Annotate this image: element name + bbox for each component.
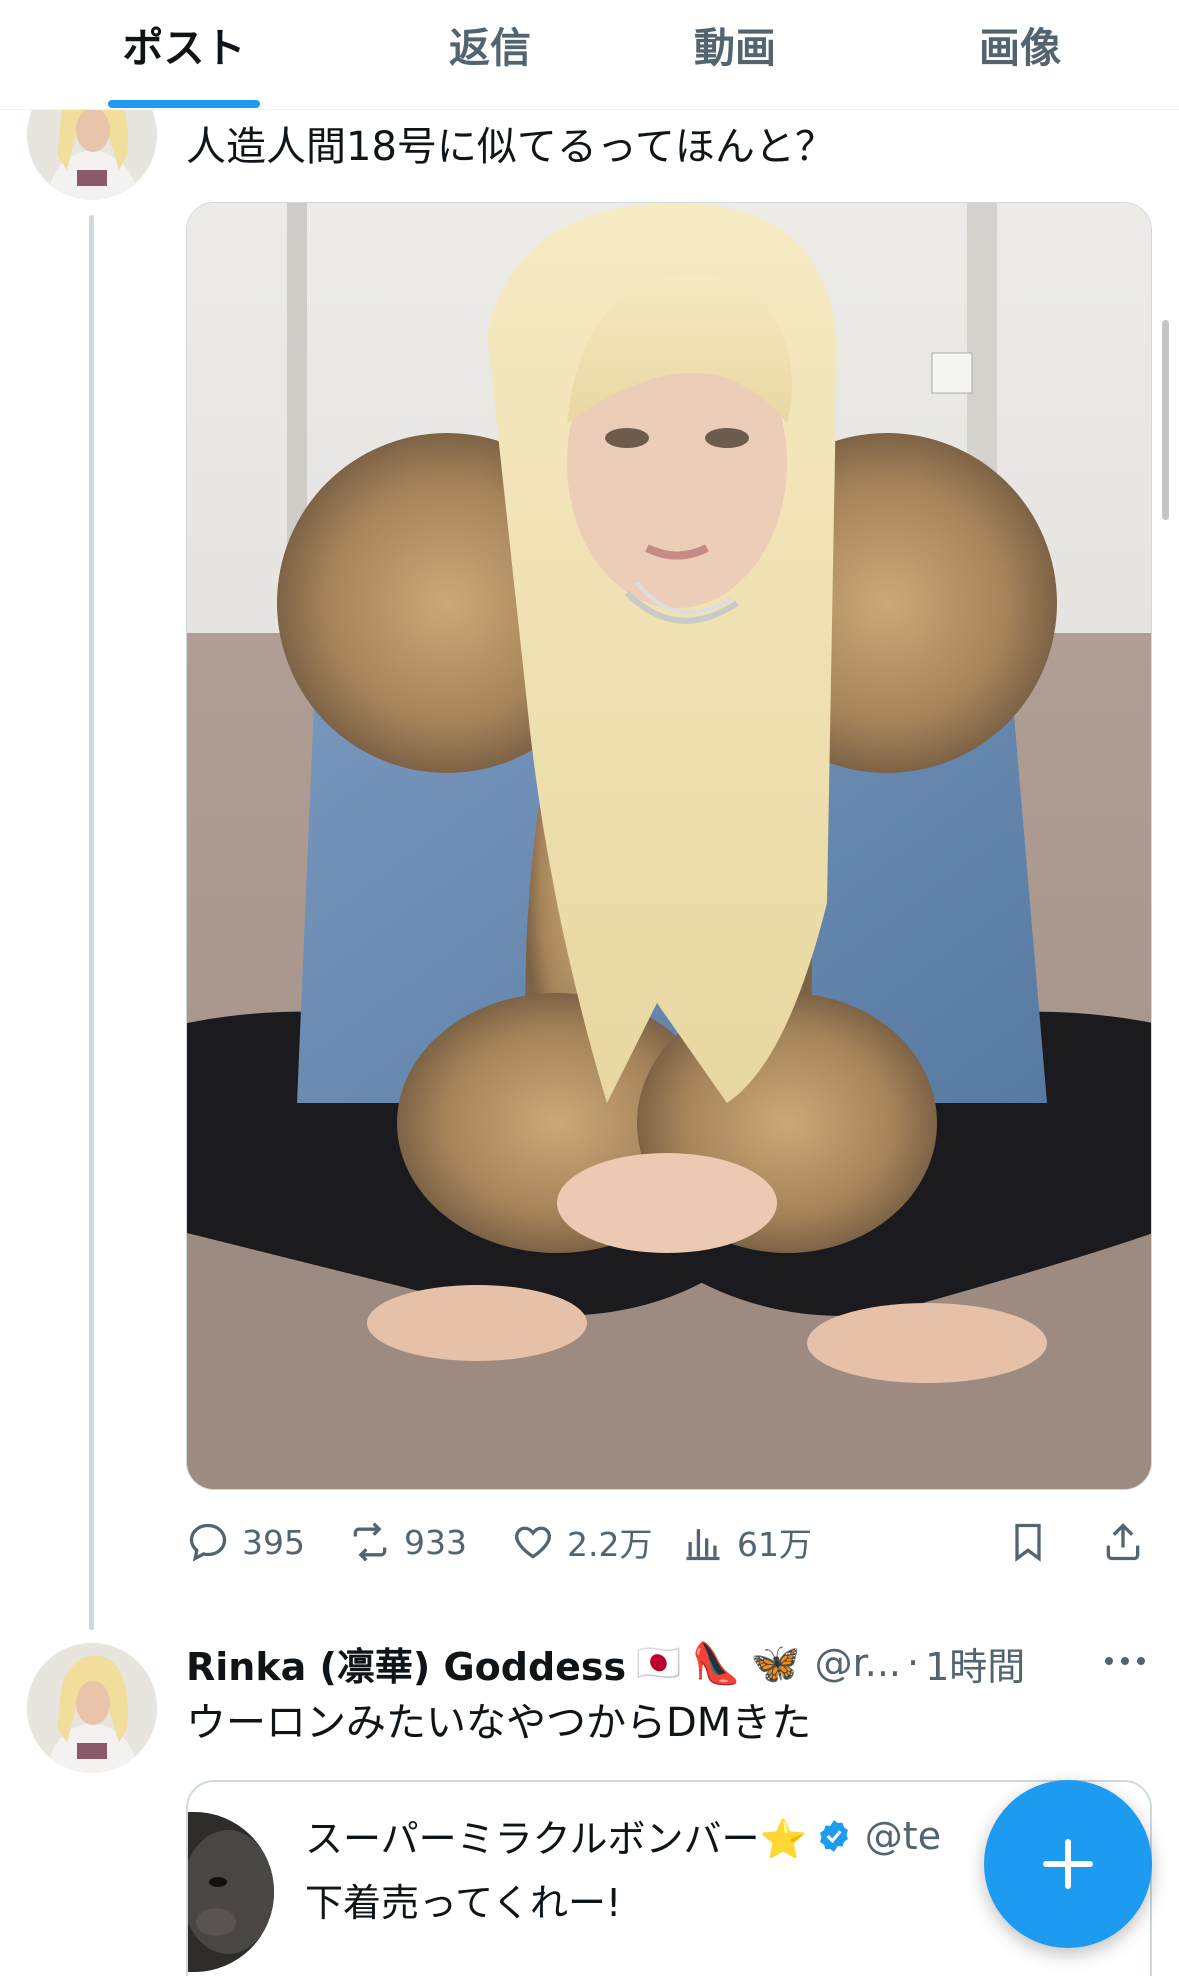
post-actions: 395 933 2.2万 61万 [186,1512,1152,1572]
views-count: 61万 [737,1525,812,1564]
more-button[interactable] [1100,1646,1150,1676]
repost-count: 933 [404,1522,467,1562]
post-text: ウーロンみたいなやつからDMきた [186,1700,812,1746]
post-time[interactable]: 1時間 [925,1636,1025,1691]
like-count: 2.2万 [567,1525,653,1564]
compose-button[interactable] [984,1780,1152,1948]
quote-avatar [188,1812,274,1972]
like-icon [515,1526,551,1559]
bookmark-icon [1015,1523,1041,1562]
verified-icon [819,1819,848,1852]
tab-replies[interactable]: 返信 [420,18,560,78]
profile-tabs: ポスト 返信 動画 画像 [0,0,1179,110]
more-icon [1105,1657,1145,1665]
post-header: Rinka (凛華) Goddess 🇯🇵 👠 🦋 @r... · 1時間 [186,1633,1025,1693]
compose-icon [1043,1839,1093,1889]
reply-button[interactable]: 395 [186,1512,305,1572]
thread-connector [89,215,94,1630]
avatar[interactable] [27,1643,157,1773]
reply-icon [189,1523,227,1562]
quote-author: スーパーミラクルボンバー⭐ @te [305,1808,941,1863]
quote-text: 下着売ってくれー! [305,1881,622,1925]
tab-videos[interactable]: 動画 [665,18,805,78]
tab-posts[interactable]: ポスト [108,18,260,78]
display-name[interactable]: Rinka (凛華) Goddess [186,1636,626,1691]
repost-icon [353,1522,387,1562]
quote-handle: @te [864,1813,942,1858]
butterfly-emoji: 🦋 [750,1640,801,1687]
share-button[interactable] [1101,1512,1157,1572]
repost-button[interactable]: 933 [348,1512,467,1572]
scrollbar[interactable] [1162,320,1169,520]
tab-images[interactable]: 画像 [950,18,1090,78]
post-text: 人造人間18号に似てるってほんと？ [186,124,835,170]
views-icon [686,1529,720,1561]
bookmark-button[interactable] [1006,1512,1062,1572]
post-image[interactable] [186,202,1152,1490]
separator: · [906,1641,920,1685]
like-button[interactable]: 2.2万 [511,1512,652,1572]
reply-count: 395 [242,1522,305,1562]
flag-emoji: 🇯🇵 [636,1643,681,1684]
active-tab-indicator [108,100,260,108]
heel-emoji: 👠 [690,1640,741,1687]
views-button[interactable]: 61万 [681,1512,812,1572]
user-handle[interactable]: @r... [815,1641,901,1685]
share-icon [1106,1523,1140,1561]
quote-display-name: スーパーミラクルボンバー⭐ [305,1817,807,1861]
